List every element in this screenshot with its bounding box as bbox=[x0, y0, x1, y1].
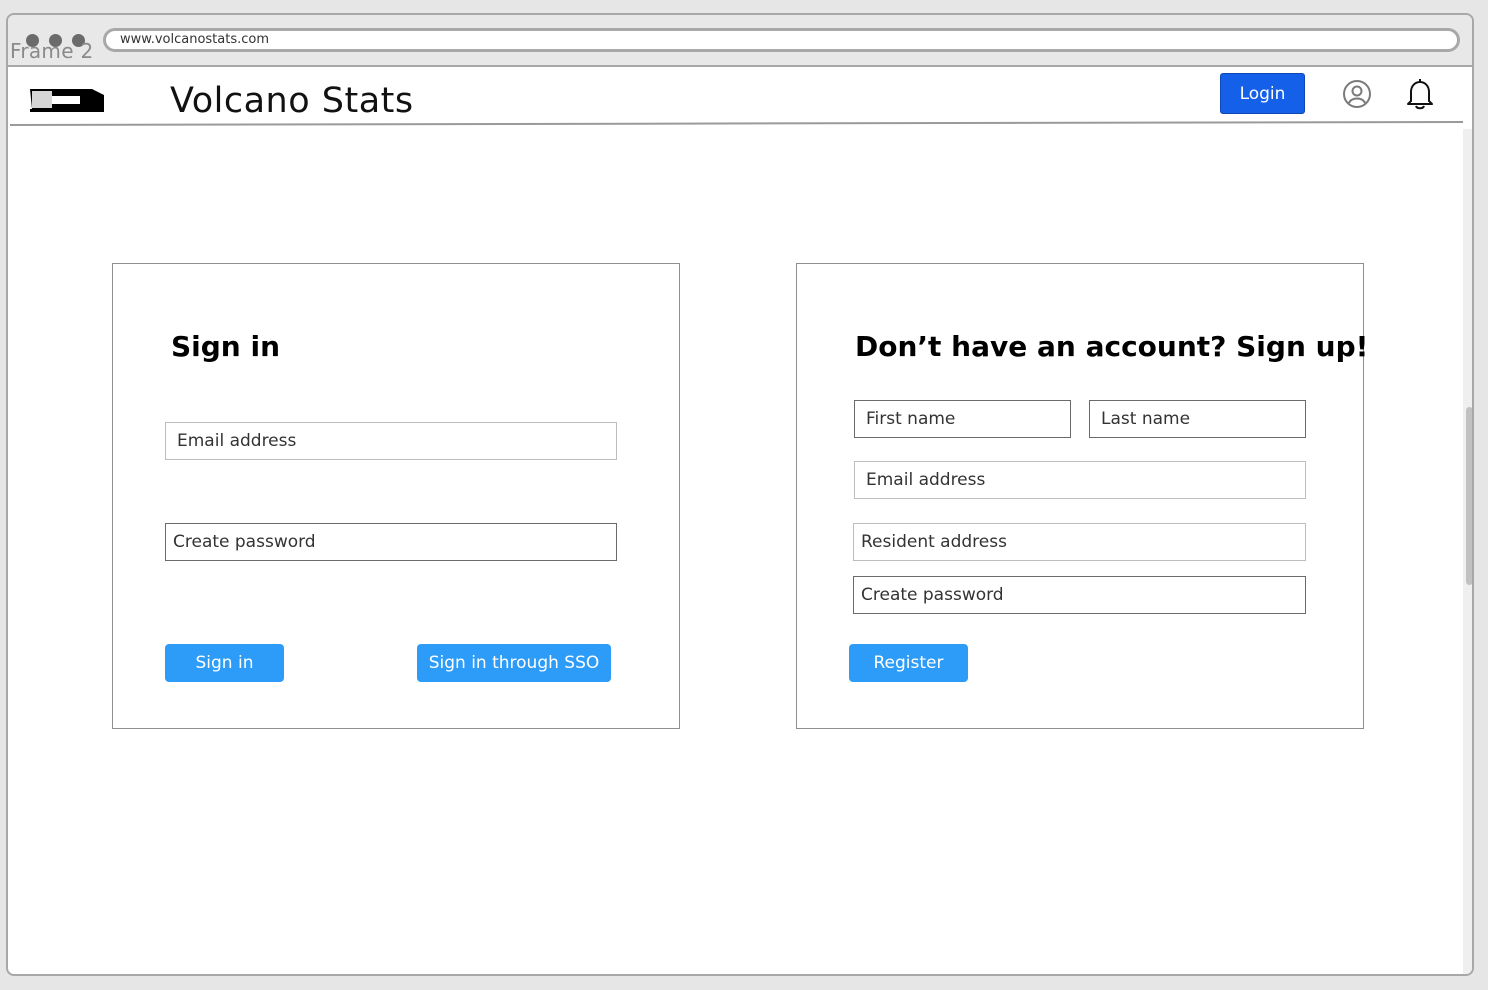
scrollbar-thumb[interactable] bbox=[1466, 407, 1472, 585]
address-bar[interactable]: www.volcanostats.com bbox=[103, 28, 1460, 52]
browser-window: Frame 2 www.volcanostats.com Volcano Sta… bbox=[6, 13, 1474, 976]
signup-title: Don’t have an account? Sign up! bbox=[855, 330, 1369, 363]
header-divider bbox=[9, 120, 1463, 126]
first-name-field[interactable]: First name bbox=[854, 400, 1071, 438]
frame-label: Frame 2 bbox=[10, 39, 94, 63]
signup-card: Don’t have an account? Sign up! First na… bbox=[796, 263, 1368, 729]
register-button[interactable]: Register bbox=[849, 644, 968, 682]
signup-password-field[interactable]: Create password bbox=[853, 576, 1306, 614]
brand-title[interactable]: Volcano Stats bbox=[170, 81, 414, 121]
signin-card: Sign in Email address Create password Si… bbox=[112, 263, 680, 729]
login-button[interactable]: Login bbox=[1220, 73, 1305, 114]
bell-icon[interactable] bbox=[1406, 78, 1434, 110]
browser-chrome: Frame 2 www.volcanostats.com bbox=[8, 15, 1472, 67]
resident-address-field[interactable]: Resident address bbox=[853, 523, 1306, 561]
signin-password-field[interactable]: Create password bbox=[165, 523, 617, 561]
last-name-field[interactable]: Last name bbox=[1089, 400, 1306, 438]
site-header: Volcano Stats Login bbox=[8, 67, 1472, 127]
logo-icon bbox=[30, 89, 104, 112]
user-icon[interactable] bbox=[1342, 79, 1372, 109]
signin-email-field[interactable]: Email address bbox=[165, 422, 617, 460]
signup-email-field[interactable]: Email address bbox=[854, 461, 1306, 499]
signin-title: Sign in bbox=[171, 330, 281, 363]
signin-button[interactable]: Sign in bbox=[165, 644, 284, 682]
sso-signin-button[interactable]: Sign in through SSO bbox=[417, 644, 611, 682]
